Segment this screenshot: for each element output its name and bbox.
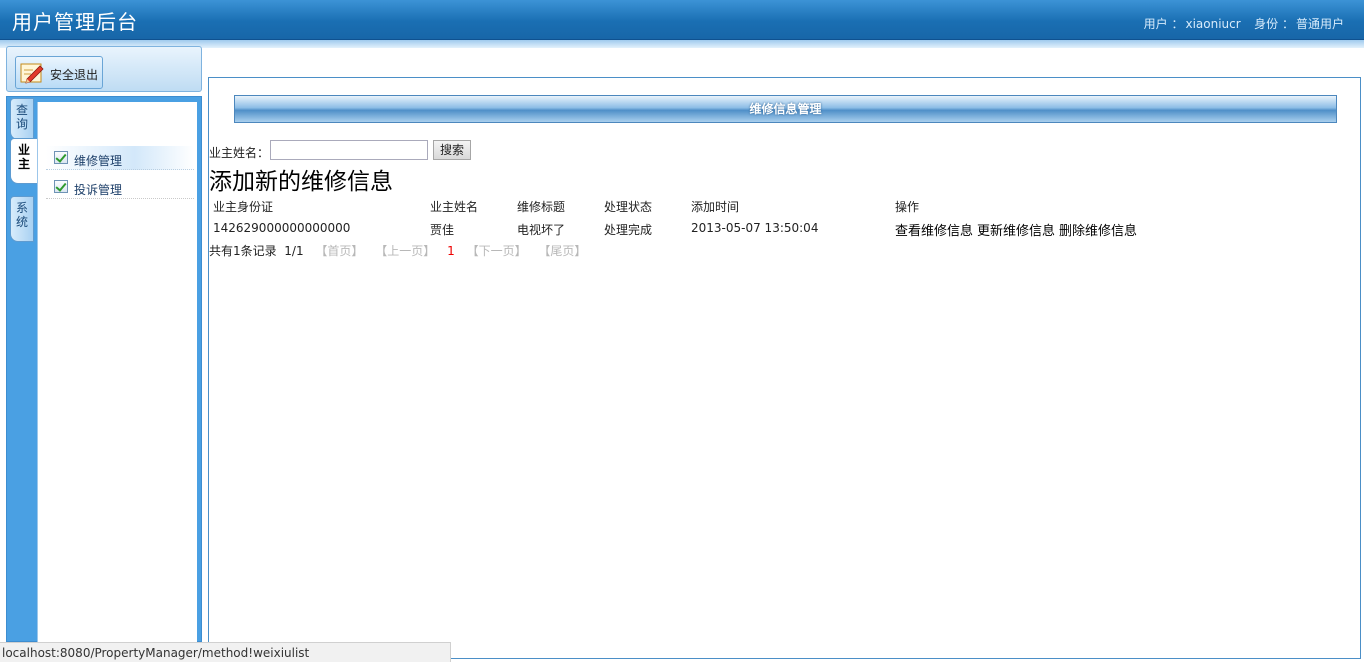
logout-button[interactable]: 安全退出 (15, 56, 103, 89)
logout-label: 安全退出 (50, 68, 99, 82)
column-header: 业主姓名 (430, 200, 479, 214)
cell-time: 2013-05-07 13:50:04 (691, 221, 819, 235)
logout-area: 安全退出 (6, 46, 202, 92)
checkbox-icon (54, 151, 68, 164)
cell-operations: 查看维修信息 更新维修信息 删除维修信息 (895, 220, 1141, 239)
username: xiaoniucr (1185, 17, 1241, 31)
main-content: 维修信息管理 业主姓名： 搜索 添加新的维修信息 业主身份证 业主姓名 维修标题… (208, 77, 1361, 659)
left-panel: 安全退出 维修管理 投诉管理 查询 业主 系统 (6, 46, 202, 642)
next-page-link[interactable]: 【下一页】 (467, 244, 527, 258)
user-label: 用户 ： (1143, 17, 1184, 31)
tab-owner[interactable]: 业主 (10, 138, 37, 184)
column-header: 处理状态 (604, 200, 653, 214)
top-header: 用户管理后台 用户 ： xiaoniucr 身份 ：普通用户 (0, 0, 1364, 40)
tab-label: 系统 (16, 201, 29, 229)
cell-owner-name: 贾佳 (430, 223, 455, 237)
tab-query[interactable]: 查询 (10, 98, 34, 140)
owner-name-search-input[interactable] (270, 140, 428, 160)
tab-label: 查询 (16, 103, 29, 131)
first-page-link[interactable]: 【首页】 (315, 244, 363, 258)
nav-menu: 维修管理 投诉管理 (37, 102, 197, 642)
cell-repair-title: 电视坏了 (517, 223, 566, 237)
menu-item-label: 投诉管理 (74, 183, 123, 197)
checkbox-icon (54, 180, 68, 193)
tab-label: 业主 (18, 143, 31, 171)
browser-status-bar: localhost:8080/PropertyManager/method!we… (0, 642, 451, 662)
app-title: 用户管理后台 (12, 10, 138, 34)
record-count: 共有1条记录 (209, 244, 277, 258)
page-indicator: 1/1 (284, 244, 304, 258)
view-repair-link[interactable]: 查看维修信息 (895, 224, 973, 239)
user-info: 用户 ： xiaoniucr 身份 ：普通用户 (1142, 15, 1344, 32)
role: 普通用户 (1295, 17, 1344, 31)
tab-system[interactable]: 系统 (10, 196, 34, 242)
last-page-link[interactable]: 【尾页】 (538, 244, 586, 258)
update-repair-link[interactable]: 更新维修信息 (977, 224, 1055, 239)
menu-item-complaint-management[interactable]: 投诉管理 (46, 175, 194, 199)
search-button[interactable]: 搜索 (433, 140, 471, 160)
cell-status: 处理完成 (604, 223, 653, 237)
pencil-edit-icon (20, 63, 44, 84)
column-header: 添加时间 (691, 200, 740, 214)
column-header: 操作 (895, 200, 920, 214)
current-page: 1 (447, 244, 455, 258)
pagination: 共有1条记录 1/1 【首页】 【上一页】 1 【下一页】 【尾页】 (209, 242, 586, 259)
menu-item-label: 维修管理 (74, 154, 123, 168)
column-header: 业主身份证 (213, 200, 274, 214)
column-header: 维修标题 (517, 200, 566, 214)
menu-item-repair-management[interactable]: 维修管理 (46, 146, 194, 170)
section-title: 维修信息管理 (234, 95, 1337, 123)
role-label: 身份 ： (1254, 17, 1294, 31)
search-label: 业主姓名： (209, 146, 270, 160)
delete-repair-link[interactable]: 删除维修信息 (1059, 224, 1137, 239)
prev-page-link[interactable]: 【上一页】 (375, 244, 435, 258)
header-subbar (0, 40, 1364, 48)
cell-id-card: 142629000000000000 (213, 221, 351, 235)
add-repair-link[interactable]: 添加新的维修信息 (209, 162, 393, 196)
